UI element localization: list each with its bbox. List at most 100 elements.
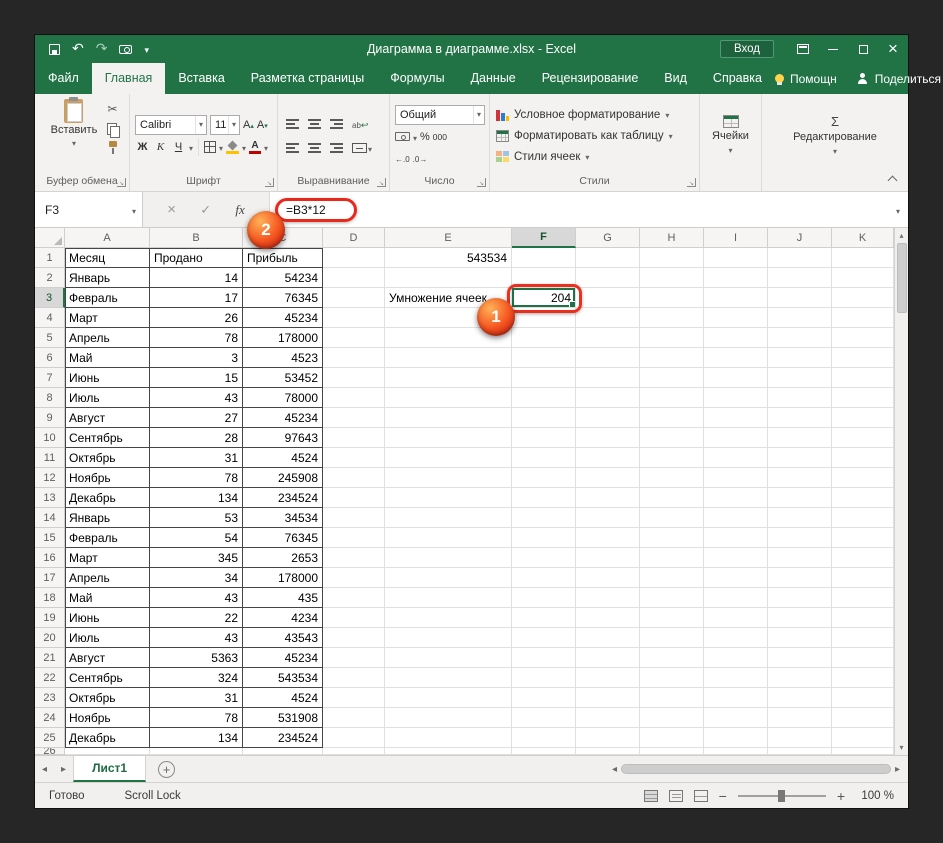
row-header-24[interactable]: 24 xyxy=(35,708,65,728)
row-header-8[interactable]: 8 xyxy=(35,388,65,408)
column-header-B[interactable]: B xyxy=(150,228,243,248)
scroll-left-icon[interactable] xyxy=(612,764,617,775)
cell-K7[interactable] xyxy=(832,368,894,388)
borders-button[interactable] xyxy=(204,141,216,153)
horizontal-scroll-thumb[interactable] xyxy=(621,764,891,774)
cell-E17[interactable] xyxy=(385,568,512,588)
cell-G21[interactable] xyxy=(576,648,640,668)
row-header-6[interactable]: 6 xyxy=(35,348,65,368)
cell-H21[interactable] xyxy=(640,648,704,668)
cell-J21[interactable] xyxy=(768,648,832,668)
column-header-F[interactable]: F xyxy=(512,228,576,248)
cell-F26[interactable] xyxy=(512,748,576,755)
cell-C25[interactable]: 234524 xyxy=(243,728,323,748)
cell-A19[interactable]: Июнь xyxy=(65,608,150,628)
grow-font-button[interactable]: А xyxy=(243,119,254,131)
cell-D3[interactable] xyxy=(323,288,385,308)
cell-A21[interactable]: Август xyxy=(65,648,150,668)
assistant-button[interactable]: Помощн xyxy=(775,63,837,94)
copy-icon[interactable] xyxy=(107,123,119,136)
editing-button[interactable]: Редактирование xyxy=(762,97,908,173)
cell-B25[interactable]: 134 xyxy=(150,728,243,748)
cell-A24[interactable]: Ноябрь xyxy=(65,708,150,728)
camera-icon[interactable] xyxy=(119,45,132,54)
number-format-select[interactable]: Общий xyxy=(395,105,485,125)
cell-styles-button[interactable]: Стили ячеек xyxy=(496,148,589,167)
cell-K11[interactable] xyxy=(832,448,894,468)
cell-B16[interactable]: 345 xyxy=(150,548,243,568)
cell-F25[interactable] xyxy=(512,728,576,748)
vertical-scrollbar[interactable] xyxy=(894,228,908,755)
row-header-26[interactable]: 26 xyxy=(35,748,65,755)
cell-C5[interactable]: 178000 xyxy=(243,328,323,348)
comma-style-button[interactable]: 000 xyxy=(433,132,447,142)
cell-E21[interactable] xyxy=(385,648,512,668)
cell-H24[interactable] xyxy=(640,708,704,728)
cell-J11[interactable] xyxy=(768,448,832,468)
cell-J25[interactable] xyxy=(768,728,832,748)
row-header-13[interactable]: 13 xyxy=(35,488,65,508)
cell-C18[interactable]: 435 xyxy=(243,588,323,608)
cell-E13[interactable] xyxy=(385,488,512,508)
cell-D18[interactable] xyxy=(323,588,385,608)
tab-file[interactable]: Файл xyxy=(35,63,92,94)
row-header-5[interactable]: 5 xyxy=(35,328,65,348)
dialog-launcher-icon[interactable] xyxy=(687,178,696,187)
cell-K25[interactable] xyxy=(832,728,894,748)
cell-E24[interactable] xyxy=(385,708,512,728)
cell-J5[interactable] xyxy=(768,328,832,348)
chevron-down-icon[interactable] xyxy=(132,203,142,217)
cell-C21[interactable]: 45234 xyxy=(243,648,323,668)
cell-G14[interactable] xyxy=(576,508,640,528)
cell-F7[interactable] xyxy=(512,368,576,388)
cell-G7[interactable] xyxy=(576,368,640,388)
cell-K26[interactable] xyxy=(832,748,894,755)
cell-H25[interactable] xyxy=(640,728,704,748)
cell-B1[interactable]: Продано xyxy=(150,248,243,268)
cell-G6[interactable] xyxy=(576,348,640,368)
fill-color-button[interactable] xyxy=(226,141,239,154)
cell-K24[interactable] xyxy=(832,708,894,728)
cell-F5[interactable] xyxy=(512,328,576,348)
cell-J20[interactable] xyxy=(768,628,832,648)
cell-H26[interactable] xyxy=(640,748,704,755)
collapse-ribbon-icon[interactable] xyxy=(888,175,898,183)
cell-F17[interactable] xyxy=(512,568,576,588)
tab-view[interactable]: Вид xyxy=(651,63,700,94)
cell-E9[interactable] xyxy=(385,408,512,428)
cell-G5[interactable] xyxy=(576,328,640,348)
cell-B18[interactable]: 43 xyxy=(150,588,243,608)
row-header-9[interactable]: 9 xyxy=(35,408,65,428)
cell-F13[interactable] xyxy=(512,488,576,508)
cell-K16[interactable] xyxy=(832,548,894,568)
cell-J13[interactable] xyxy=(768,488,832,508)
cell-D13[interactable] xyxy=(323,488,385,508)
cell-I12[interactable] xyxy=(704,468,768,488)
sheet-nav-right-icon[interactable] xyxy=(54,756,73,782)
cell-K3[interactable] xyxy=(832,288,894,308)
row-header-4[interactable]: 4 xyxy=(35,308,65,328)
cell-H18[interactable] xyxy=(640,588,704,608)
cell-C13[interactable]: 234524 xyxy=(243,488,323,508)
cells-button[interactable]: Ячейки xyxy=(700,97,761,173)
cell-G8[interactable] xyxy=(576,388,640,408)
cell-J17[interactable] xyxy=(768,568,832,588)
cell-C14[interactable]: 34534 xyxy=(243,508,323,528)
cell-A12[interactable]: Ноябрь xyxy=(65,468,150,488)
cell-A26[interactable] xyxy=(65,748,150,755)
cell-J3[interactable] xyxy=(768,288,832,308)
cell-I23[interactable] xyxy=(704,688,768,708)
cell-A15[interactable]: Февраль xyxy=(65,528,150,548)
page-break-view-icon[interactable] xyxy=(694,790,708,802)
chevron-down-icon[interactable] xyxy=(413,128,417,146)
cell-D10[interactable] xyxy=(323,428,385,448)
cell-G22[interactable] xyxy=(576,668,640,688)
cancel-icon[interactable] xyxy=(167,201,176,219)
cell-I13[interactable] xyxy=(704,488,768,508)
format-painter-icon[interactable] xyxy=(107,141,119,154)
cell-C16[interactable]: 2653 xyxy=(243,548,323,568)
cell-E19[interactable] xyxy=(385,608,512,628)
cell-I15[interactable] xyxy=(704,528,768,548)
cell-G9[interactable] xyxy=(576,408,640,428)
cell-D7[interactable] xyxy=(323,368,385,388)
